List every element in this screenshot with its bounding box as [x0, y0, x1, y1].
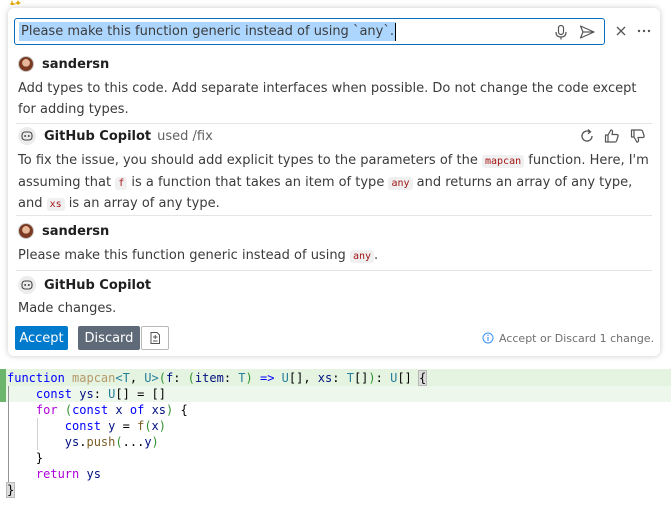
message-text: . [374, 248, 379, 263]
message-text: is an array of any type. [64, 196, 220, 211]
divider [16, 270, 652, 271]
divider [16, 123, 652, 124]
copilot-icon [18, 127, 36, 145]
inline-chat-panel: Please make this function generic instea… [8, 8, 660, 356]
thumbs-up-icon[interactable] [603, 127, 621, 145]
status-text: Accept or Discard 1 change. [499, 331, 655, 345]
send-icon[interactable] [578, 23, 596, 41]
code-line-2: const ys: U[] = [] [35, 387, 166, 401]
regenerate-icon[interactable] [578, 127, 596, 145]
code-line-4: const y = f(x) [64, 419, 167, 433]
message-text: To fix the issue, you should add explici… [18, 153, 482, 168]
code-line-1: function mapcan<T, U>(f: (item: T) => U[… [7, 370, 428, 386]
message-header: sandersn [18, 221, 109, 241]
inline-code: mapcan [481, 155, 525, 168]
inline-code: xs [46, 198, 65, 211]
inline-code: any [388, 176, 413, 190]
code-editor[interactable]: function mapcan<T, U>(f: (item: T) => U[… [0, 368, 671, 508]
diff-icon [150, 332, 160, 344]
discard-button[interactable]: Discard [78, 326, 140, 350]
chat-input[interactable]: Please make this function generic instea… [19, 22, 396, 41]
avatar [18, 223, 34, 239]
message-header: GitHub Copilot used /fix [18, 126, 213, 146]
more-icon[interactable] [635, 22, 653, 40]
inline-code: f [115, 176, 128, 190]
author-name: sandersn [42, 56, 110, 72]
microphone-icon[interactable] [552, 23, 570, 41]
info-icon [482, 332, 494, 344]
code-line-3: for (const x of xs) { [35, 403, 188, 417]
copilot-icon [18, 276, 36, 294]
sparkle-icon [10, 0, 21, 5]
thumbs-down-icon[interactable] [629, 127, 647, 145]
avatar [18, 56, 34, 72]
user-message: Please make this function generic instea… [18, 246, 654, 268]
code-line-7: return ys [35, 467, 101, 481]
text-caret [395, 23, 396, 41]
close-icon[interactable] [612, 22, 630, 40]
message-header: sandersn [18, 54, 109, 74]
copilot-message: To fix the issue, you should add explici… [18, 151, 654, 216]
toggle-diff-button[interactable] [141, 326, 169, 350]
added-lines-gutter [0, 369, 6, 402]
code-line-6: } [7, 451, 44, 465]
change-status: Accept or Discard 1 change. [482, 330, 654, 346]
inline-code: any [349, 250, 375, 263]
message-header: GitHub Copilot [18, 275, 151, 295]
copilot-message: Made changes. [18, 301, 117, 316]
message-text: Please make this function generic instea… [18, 248, 350, 263]
message-text: is a function that takes an item of type [127, 174, 389, 190]
author-name: GitHub Copilot [44, 128, 152, 144]
used-command: used /fix [157, 128, 213, 144]
divider [16, 215, 652, 216]
author-name: sandersn [42, 223, 110, 239]
author-name: GitHub Copilot [44, 277, 152, 293]
chat-input-box[interactable]: Please make this function generic instea… [14, 18, 605, 45]
code-line-8: } [5, 482, 16, 498]
code-line-5: ys.push(...y) [64, 435, 159, 449]
user-message: Add types to this code. Add separate int… [18, 81, 637, 117]
accept-button[interactable]: Accept [15, 326, 68, 350]
